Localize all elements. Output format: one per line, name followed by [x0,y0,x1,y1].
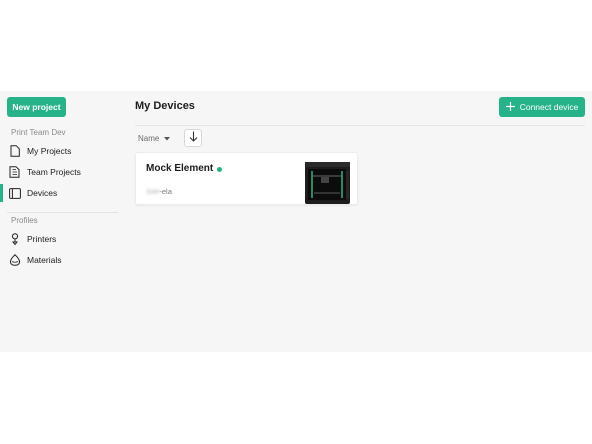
sidebar-item-printers[interactable]: Printers [0,230,118,248]
device-name: Mock Element [146,163,214,174]
printer-image [304,161,351,205]
profiles-label: Profiles [11,216,38,225]
sort-direction-button[interactable] [184,129,202,147]
connect-device-label: Connect device [519,102,579,112]
sidebar-item-label: Devices [27,188,58,198]
caret-down-icon [164,134,171,143]
arrow-down-icon [189,129,198,147]
document-icon [9,145,21,157]
sidebar-divider [7,212,118,213]
nozzle-icon [9,233,21,245]
sidebar-item-label: Materials [27,255,62,265]
sort-by-select[interactable]: Name [138,132,171,144]
sidebar-item-team-projects[interactable]: Team Projects [0,163,118,181]
sidebar-item-devices[interactable]: Devices [0,184,118,202]
sidebar: New project Print Team Dev My Projects T… [0,91,120,352]
spool-icon [9,254,21,266]
documents-icon [9,166,21,178]
sort-by-label: Name [138,133,160,143]
team-label: Print Team Dev [11,128,66,137]
device-icon [9,187,21,199]
sidebar-item-materials[interactable]: Materials [0,251,118,269]
app-shell: New project Print Team Dev My Projects T… [0,91,592,352]
new-project-button[interactable]: New project [7,97,66,117]
status-online-dot [217,167,222,172]
device-id-redacted: S## [146,187,160,196]
connect-device-button[interactable]: Connect device [499,97,585,117]
header-divider [135,125,585,126]
sidebar-item-my-projects[interactable]: My Projects [0,142,118,160]
plus-icon [505,101,515,113]
device-card[interactable]: Mock Element S##-ela [135,152,358,205]
page-title: My Devices [135,100,195,112]
device-id-suffix: -ela [159,187,172,196]
sidebar-item-label: My Projects [27,146,72,156]
sidebar-item-label: Team Projects [27,167,81,177]
sidebar-item-label: Printers [27,234,57,244]
device-identifier: S##-ela [146,187,172,196]
